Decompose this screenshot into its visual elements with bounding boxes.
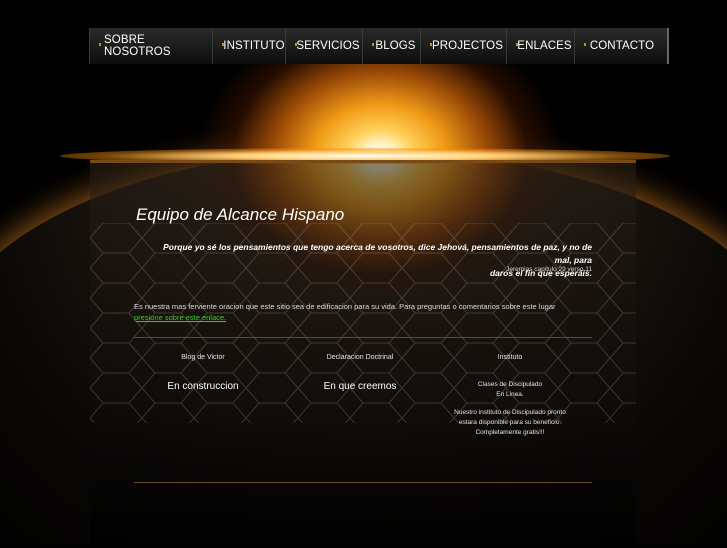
nav-label: PROJECTOS bbox=[432, 40, 503, 52]
divider-bottom bbox=[134, 482, 592, 483]
intro-paragraph: Es nuestra mas ferviente oracion que est… bbox=[134, 301, 594, 323]
instituto-description: Clases de Discipulado En Linea. Nuestro … bbox=[445, 380, 575, 438]
instituto-line: Completamente gratis!!! bbox=[475, 429, 545, 436]
nav-blogs[interactable]: BLOGS bbox=[362, 28, 420, 64]
column-heading[interactable]: Blog de Victor bbox=[150, 354, 256, 361]
column-heading[interactable]: Instituto bbox=[460, 354, 560, 361]
bullet-icon bbox=[295, 43, 297, 46]
bullet-icon bbox=[430, 43, 432, 46]
instituto-line: estara disponible para su beneficio. bbox=[458, 419, 562, 426]
instituto-line: En Linea. bbox=[496, 391, 524, 398]
instituto-line: Clases de Discipulado bbox=[477, 381, 543, 388]
site-title: Equipo de Alcance Hispano bbox=[136, 205, 345, 224]
bullet-icon bbox=[516, 43, 518, 46]
nav-label: SOBRE NOSOTROS bbox=[104, 34, 171, 58]
nav-enlaces[interactable]: ENLACES bbox=[506, 28, 574, 64]
nav-label: ENLACES bbox=[517, 40, 572, 52]
nav-servicios[interactable]: SERVICIOS bbox=[285, 28, 362, 64]
quote-reference: Jeremias capitulo 29 verso 11 bbox=[506, 266, 592, 273]
main-nav: SOBRE NOSOTROS INSTITUTO SERVICIOS BLOGS… bbox=[89, 28, 669, 64]
divider-top bbox=[134, 337, 592, 338]
column-title: En que creemos bbox=[323, 381, 397, 392]
bullet-icon bbox=[222, 43, 224, 46]
nav-label: CONTACTO bbox=[589, 40, 655, 52]
intro-text: Es nuestra mas ferviente oracion que est… bbox=[134, 302, 556, 311]
bullet-icon bbox=[584, 43, 586, 46]
instituto-line: Nuestro instituto de Discipulado pronto bbox=[454, 409, 566, 416]
nav-sobre-nosotros[interactable]: SOBRE NOSOTROS bbox=[89, 28, 212, 64]
column-heading[interactable]: Declaracion Doctrinal bbox=[305, 354, 415, 361]
column-title: En construccion bbox=[167, 381, 239, 392]
nav-projectos[interactable]: PROJECTOS bbox=[420, 28, 506, 64]
bullet-icon bbox=[372, 43, 374, 46]
nav-label: BLOGS bbox=[375, 40, 416, 52]
quote-line: Porque yo sé los pensamientos que tengo … bbox=[163, 242, 592, 265]
nav-instituto[interactable]: INSTITUTO bbox=[212, 28, 285, 64]
contact-link[interactable]: presione sobre este enlace. bbox=[134, 313, 226, 322]
bullet-icon bbox=[99, 43, 101, 46]
nav-label: INSTITUTO bbox=[223, 40, 285, 52]
nav-label: SERVICIOS bbox=[296, 40, 360, 52]
nav-contacto[interactable]: CONTACTO bbox=[574, 28, 665, 64]
bible-quote: Porque yo sé los pensamientos que tengo … bbox=[150, 241, 592, 280]
